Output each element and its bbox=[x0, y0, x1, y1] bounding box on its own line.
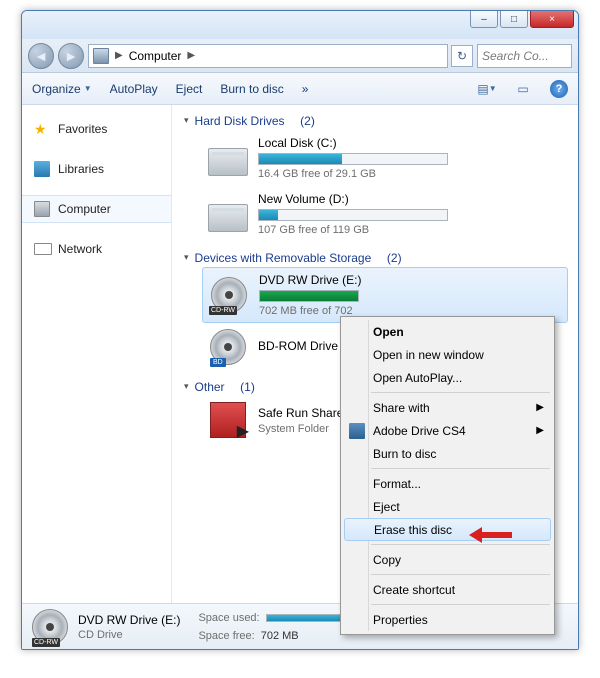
disc-icon: CD-RW bbox=[32, 609, 68, 645]
bd-badge: BD bbox=[210, 358, 226, 367]
eject-button[interactable]: Eject bbox=[176, 82, 203, 96]
drive-title: DVD RW Drive (E:) bbox=[259, 273, 561, 287]
space-used-label: Space used: bbox=[198, 612, 259, 624]
submenu-arrow-icon: ▶ bbox=[536, 402, 544, 413]
refresh-button[interactable]: ↻ bbox=[451, 45, 473, 67]
sidebar-label: Libraries bbox=[58, 162, 104, 176]
ctx-share-with[interactable]: Share with▶ bbox=[343, 396, 552, 419]
titlebar: – □ × bbox=[22, 11, 578, 39]
collapse-icon: ▾ bbox=[184, 252, 189, 263]
refresh-icon: ↻ bbox=[457, 49, 467, 63]
folder-icon bbox=[208, 402, 248, 438]
libraries-icon bbox=[34, 161, 50, 177]
chevron-down-icon: ▼ bbox=[489, 84, 497, 93]
help-button[interactable]: ? bbox=[550, 80, 568, 98]
sidebar-label: Network bbox=[58, 242, 102, 256]
ctx-create-shortcut[interactable]: Create shortcut bbox=[343, 578, 552, 601]
address-bar: ◄ ► ▶ Computer ▶ ↻ Search Co... bbox=[22, 39, 578, 73]
forward-button[interactable]: ► bbox=[58, 43, 84, 69]
cdrw-badge: CD-RW bbox=[209, 306, 237, 315]
ctx-erase-disc[interactable]: Erase this disc bbox=[344, 518, 551, 541]
capacity-bar bbox=[259, 290, 359, 302]
burn-button[interactable]: Burn to disc bbox=[220, 82, 283, 96]
submenu-arrow-icon: ▶ bbox=[536, 425, 544, 436]
nav-pane: ★ Favorites Libraries Computer Network bbox=[22, 105, 172, 603]
drive-title: Local Disk (C:) bbox=[258, 136, 568, 150]
sidebar-label: Computer bbox=[58, 202, 111, 216]
ctx-open-new-window[interactable]: Open in new window bbox=[343, 343, 552, 366]
drive-sub: 107 GB free of 119 GB bbox=[258, 224, 568, 236]
breadcrumb[interactable]: ▶ Computer ▶ bbox=[88, 44, 448, 68]
space-free-label: Space free: bbox=[198, 630, 254, 642]
ctx-properties[interactable]: Properties bbox=[343, 608, 552, 631]
autoplay-button[interactable]: AutoPlay bbox=[110, 82, 158, 96]
sidebar-label: Favorites bbox=[58, 122, 107, 136]
collapse-icon: ▾ bbox=[184, 381, 189, 392]
space-free-value: 702 MB bbox=[261, 630, 299, 642]
back-button[interactable]: ◄ bbox=[28, 43, 54, 69]
ctx-copy[interactable]: Copy bbox=[343, 548, 552, 571]
breadcrumb-sep-icon: ▶ bbox=[185, 50, 197, 61]
toolbar-overflow-button[interactable]: » bbox=[302, 82, 309, 96]
sidebar-item-favorites[interactable]: ★ Favorites bbox=[22, 115, 171, 143]
drive-c[interactable]: Local Disk (C:) 16.4 GB free of 29.1 GB bbox=[172, 130, 578, 186]
chevron-down-icon: ▼ bbox=[84, 84, 92, 93]
close-button[interactable]: × bbox=[530, 10, 574, 28]
computer-icon bbox=[34, 201, 50, 217]
ctx-eject[interactable]: Eject bbox=[343, 495, 552, 518]
network-icon bbox=[34, 241, 50, 257]
star-icon: ★ bbox=[34, 121, 50, 137]
drive-sub: 16.4 GB free of 29.1 GB bbox=[258, 168, 568, 180]
adobe-icon bbox=[349, 423, 365, 439]
ctx-open[interactable]: Open bbox=[343, 320, 552, 343]
toolbar: Organize▼ AutoPlay Eject Burn to disc » … bbox=[22, 73, 578, 105]
cdrw-badge: CD-RW bbox=[32, 638, 60, 647]
ctx-burn[interactable]: Burn to disc bbox=[343, 442, 552, 465]
disc-icon: CD-RW bbox=[209, 277, 249, 313]
capacity-bar bbox=[258, 209, 448, 221]
drive-title: New Volume (D:) bbox=[258, 192, 568, 206]
preview-pane-button[interactable]: ▭ bbox=[514, 80, 532, 98]
group-header-hdd[interactable]: ▾ Hard Disk Drives (2) bbox=[172, 105, 578, 130]
sidebar-item-network[interactable]: Network bbox=[22, 235, 171, 263]
capacity-bar bbox=[258, 153, 448, 165]
view-icon: ▤ bbox=[477, 82, 488, 96]
disc-icon: BD bbox=[208, 329, 248, 365]
preview-icon: ▭ bbox=[517, 82, 528, 96]
organize-button[interactable]: Organize▼ bbox=[32, 82, 92, 96]
hdd-icon bbox=[208, 196, 248, 232]
hdd-icon bbox=[208, 140, 248, 176]
collapse-icon: ▾ bbox=[184, 115, 189, 126]
group-header-removable[interactable]: ▾ Devices with Removable Storage (2) bbox=[172, 242, 578, 267]
drive-e[interactable]: CD-RW DVD RW Drive (E:) 702 MB free of 7… bbox=[202, 267, 568, 323]
statusbar-type: CD Drive bbox=[78, 629, 180, 641]
search-input[interactable]: Search Co... bbox=[477, 44, 572, 68]
ctx-adobe-drive[interactable]: Adobe Drive CS4▶ bbox=[343, 419, 552, 442]
sidebar-item-libraries[interactable]: Libraries bbox=[22, 155, 171, 183]
drive-d[interactable]: New Volume (D:) 107 GB free of 119 GB bbox=[172, 186, 578, 242]
context-menu: Open Open in new window Open AutoPlay...… bbox=[340, 316, 555, 635]
maximize-button[interactable]: □ bbox=[500, 10, 528, 28]
statusbar-name: DVD RW Drive (E:) bbox=[78, 613, 180, 627]
breadcrumb-location: Computer bbox=[129, 49, 182, 63]
computer-icon bbox=[93, 48, 109, 64]
minimize-button[interactable]: – bbox=[470, 10, 498, 28]
breadcrumb-sep-icon: ▶ bbox=[113, 50, 125, 61]
view-button[interactable]: ▤▼ bbox=[478, 80, 496, 98]
ctx-open-autoplay[interactable]: Open AutoPlay... bbox=[343, 366, 552, 389]
ctx-format[interactable]: Format... bbox=[343, 472, 552, 495]
sidebar-item-computer[interactable]: Computer bbox=[22, 195, 171, 223]
